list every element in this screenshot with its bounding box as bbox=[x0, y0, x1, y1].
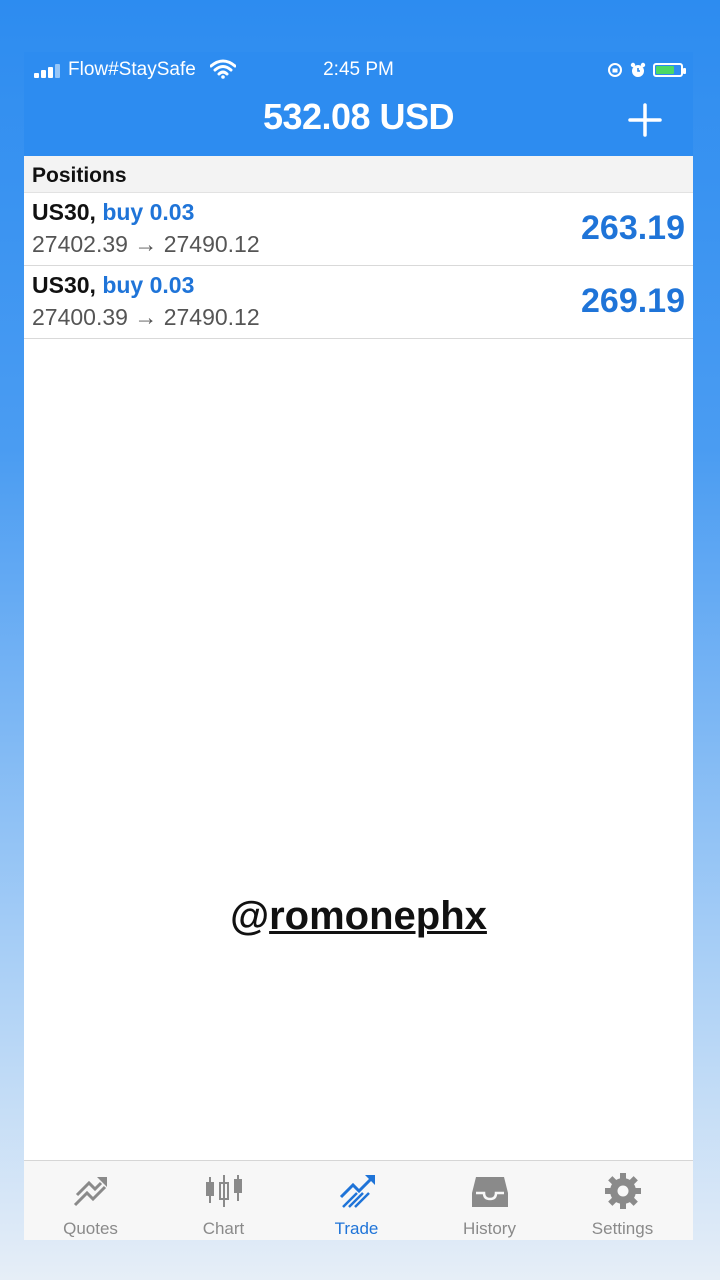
position-prices: 27400.39 → 27490.12 bbox=[32, 304, 260, 330]
status-icons bbox=[607, 61, 686, 79]
tab-history[interactable]: History bbox=[423, 1161, 556, 1240]
tab-label: Quotes bbox=[63, 1219, 118, 1238]
rotation-lock-icon bbox=[608, 63, 622, 77]
tab-label: Settings bbox=[591, 1219, 654, 1238]
position-side: buy 0.03 bbox=[102, 199, 195, 225]
chart-icon bbox=[206, 1175, 242, 1207]
status-bar: Flow#StaySafe 2:45 PM bbox=[24, 52, 693, 88]
alarm-icon bbox=[630, 62, 646, 77]
app-screen: Flow#StaySafe 2:45 PM 532.08 USD Positio… bbox=[24, 52, 693, 1240]
positions-title: Positions bbox=[32, 164, 127, 187]
position-symbol: US30, buy 0.03 bbox=[32, 272, 195, 298]
position-symbol: US30, buy 0.03 bbox=[32, 199, 195, 225]
tab-label: Chart bbox=[202, 1219, 245, 1238]
app-header: Flow#StaySafe 2:45 PM 532.08 USD bbox=[24, 52, 693, 156]
position-profit: 263.19 bbox=[581, 209, 685, 247]
tab-chart[interactable]: Chart bbox=[157, 1161, 290, 1240]
tab-settings[interactable]: Settings bbox=[556, 1161, 689, 1240]
position-prices: 27402.39 → 27490.12 bbox=[32, 231, 260, 257]
account-balance: 532.08 USD bbox=[262, 96, 455, 137]
position-side: buy 0.03 bbox=[102, 272, 195, 298]
position-row[interactable]: US30, buy 0.03 27400.39 → 27490.12 269.1… bbox=[24, 266, 693, 339]
quotes-icon bbox=[73, 1177, 107, 1207]
tab-label: Trade bbox=[334, 1219, 379, 1238]
trade-icon bbox=[339, 1175, 375, 1208]
battery-icon bbox=[653, 63, 686, 77]
tab-quotes[interactable]: Quotes bbox=[24, 1161, 157, 1240]
status-time: 2:45 PM bbox=[323, 59, 394, 80]
history-icon bbox=[472, 1177, 508, 1207]
tab-bar: Quotes Chart Trade History Settings bbox=[24, 1160, 693, 1240]
position-profit: 269.19 bbox=[581, 282, 685, 320]
gear-icon bbox=[605, 1173, 641, 1209]
watermark-handle: @romonephx bbox=[230, 894, 487, 938]
positions-section-header: Positions bbox=[24, 156, 693, 193]
add-order-button[interactable] bbox=[627, 102, 663, 138]
tab-trade[interactable]: Trade bbox=[290, 1161, 423, 1240]
position-row[interactable]: US30, buy 0.03 27402.39 → 27490.12 263.1… bbox=[24, 193, 693, 266]
tab-label: History bbox=[463, 1219, 516, 1238]
